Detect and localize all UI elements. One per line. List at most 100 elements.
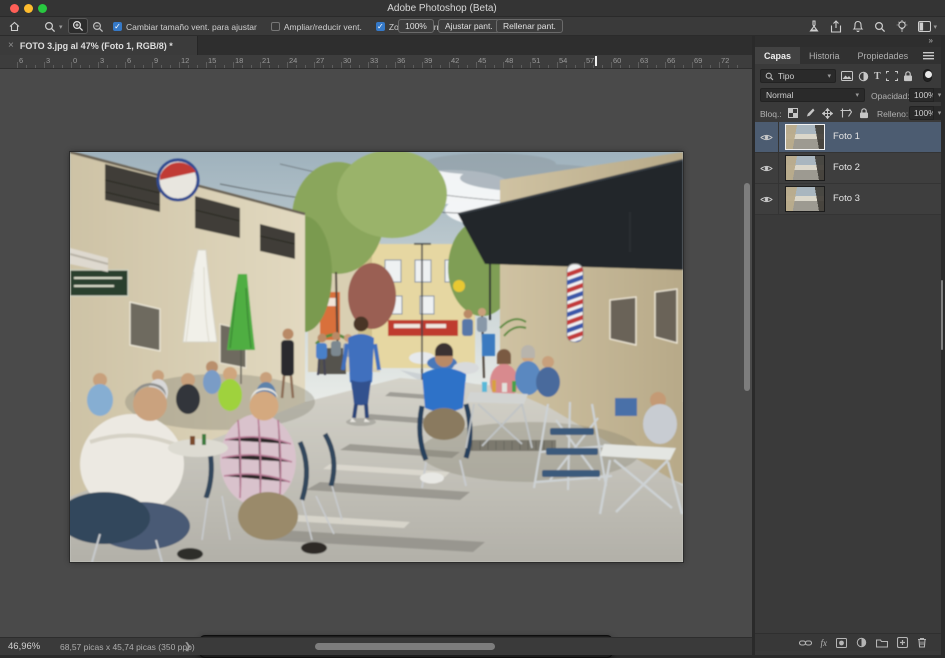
document-tab[interactable]: × FOTO 3.jpg al 47% (Foto 1, RGB/8) * [0, 36, 198, 55]
layer-visibility-eye-icon[interactable] [755, 153, 779, 184]
add-mask-icon[interactable] [836, 638, 847, 648]
workspace-switcher[interactable]: ▾ [918, 21, 937, 32]
ruler-label: 3 [100, 56, 104, 65]
layer-name[interactable]: Foto 2 [833, 162, 860, 173]
new-adjustment-layer-icon[interactable] [856, 637, 867, 648]
status-zoom-level[interactable]: 46,96% [8, 641, 40, 652]
ruler-label: 27 [316, 56, 324, 65]
filter-lock-icon[interactable] [903, 71, 913, 82]
delete-layer-trash-icon[interactable] [917, 637, 927, 648]
layer-visibility-eye-icon[interactable] [755, 184, 779, 215]
layer-thumbnail[interactable] [785, 186, 825, 212]
canvas-workspace[interactable]: Seleccionar sujeto Eliminar fondo Ajusta… [0, 69, 752, 637]
layer-style-fx-icon[interactable]: fx [821, 638, 828, 648]
status-chevron-icon[interactable]: ❯ [184, 641, 192, 652]
document-tab-strip: × FOTO 3.jpg al 47% (Foto 1, RGB/8) * [0, 36, 752, 55]
ruler-label: 21 [262, 56, 270, 65]
lock-position-icon[interactable] [822, 108, 833, 119]
new-layer-icon[interactable] [897, 637, 908, 648]
canvas-photo[interactable] [70, 152, 683, 562]
ruler-label: 30 [343, 56, 351, 65]
collapse-panels-icon[interactable]: » [929, 36, 933, 45]
chevron-down-icon: ▾ [855, 91, 859, 99]
checkbox-checked-icon[interactable]: ✓ [113, 22, 122, 31]
title-bar: Adobe Photoshop (Beta) [0, 0, 945, 17]
zoom-in-tool-button[interactable] [68, 18, 88, 34]
home-icon[interactable] [9, 17, 20, 36]
panel-bottom-toolbar: fx [755, 633, 941, 651]
document-tab-title: FOTO 3.jpg al 47% (Foto 1, RGB/8) * [20, 41, 173, 51]
layer-filter-row: Tipo ▾ T [755, 67, 941, 85]
ruler-label: 3 [46, 56, 50, 65]
zoom-tool-icon[interactable]: ▾ [44, 17, 63, 36]
ruler-label: 54 [559, 56, 567, 65]
ruler-label: 69 [694, 56, 702, 65]
filter-type-dropdown[interactable]: Tipo ▾ [760, 69, 836, 83]
layer-thumbnail[interactable] [785, 124, 825, 150]
layer-thumbnail[interactable] [785, 155, 825, 181]
lock-pixels-brush-icon[interactable] [805, 108, 815, 119]
horizontal-ruler[interactable]: 6303691215182124273033363942454851545760… [0, 55, 752, 69]
ruler-label: 0 [73, 56, 77, 65]
filter-type-text-icon[interactable]: T [874, 71, 881, 82]
ruler-label: 45 [478, 56, 486, 65]
ruler-label: 6 [19, 56, 23, 65]
app-bar-icons: ▾ [808, 17, 937, 36]
beta-flask-icon[interactable] [808, 20, 820, 33]
panel-tabs: Capas Historia Propiedades [755, 47, 941, 64]
blend-mode-dropdown[interactable]: Normal ▾ [760, 88, 865, 102]
tab-capas[interactable]: Capas [755, 47, 800, 64]
discover-lightbulb-icon[interactable] [896, 20, 908, 33]
search-icon[interactable] [874, 21, 886, 33]
link-layers-icon[interactable] [799, 639, 812, 647]
zoom-100-button[interactable]: 100% [398, 19, 434, 33]
panel-menu-icon[interactable] [923, 51, 934, 60]
ruler-label: 18 [235, 56, 243, 65]
checkbox-unchecked-icon[interactable] [271, 22, 280, 31]
filter-adjustment-icon[interactable] [858, 71, 869, 82]
panel-dock-header: » [755, 36, 941, 47]
filter-toggle-switch[interactable] [923, 69, 932, 82]
layer-name[interactable]: Foto 1 [833, 131, 860, 142]
layer-name[interactable]: Foto 3 [833, 193, 860, 204]
layer-row[interactable]: Foto 2 [755, 153, 941, 184]
minimize-window-button[interactable] [24, 4, 33, 13]
lock-row: Bloq.: Relleno: 100% ▾ [755, 104, 941, 122]
lock-transparency-icon[interactable] [788, 108, 798, 118]
ruler-cursor-indicator [595, 56, 597, 66]
vertical-scrollbar[interactable] [744, 183, 750, 391]
close-window-button[interactable] [10, 4, 19, 13]
layer-row[interactable]: Foto 3 [755, 184, 941, 215]
ruler-label: 63 [640, 56, 648, 65]
ruler-label: 24 [289, 56, 297, 65]
filter-frame-icon[interactable] [886, 71, 898, 81]
resize-windows-to-fit-checkbox[interactable]: ✓Cambiar tamaño vent. para ajustar [113, 22, 257, 32]
zoom-all-windows-checkbox[interactable]: Ampliar/reducir vent. [271, 22, 362, 32]
share-icon[interactable] [830, 20, 842, 33]
filter-image-icon[interactable] [841, 71, 853, 81]
new-group-folder-icon[interactable] [876, 638, 888, 648]
ruler-label: 48 [505, 56, 513, 65]
horizontal-scrollbar[interactable] [315, 643, 495, 650]
search-icon [765, 72, 774, 81]
layer-row[interactable]: Foto 1 [755, 122, 941, 153]
layers-panel: » Capas Historia Propiedades Tipo ▾ T [755, 36, 941, 655]
layer-visibility-eye-icon[interactable] [755, 122, 779, 153]
close-tab-icon[interactable]: × [8, 40, 14, 51]
checkbox-checked-icon[interactable]: ✓ [376, 22, 385, 31]
fill-value[interactable]: 100% [909, 106, 935, 120]
fill-screen-button[interactable]: Rellenar pant. [496, 19, 563, 33]
tab-historia[interactable]: Historia [800, 47, 849, 64]
lock-artboard-icon[interactable] [840, 108, 852, 118]
checkbox-label: Ampliar/reducir vent. [284, 22, 362, 32]
ruler-label: 51 [532, 56, 540, 65]
notifications-bell-icon[interactable] [852, 20, 864, 33]
ruler-label: 15 [208, 56, 216, 65]
zoom-out-tool-button[interactable] [92, 17, 104, 36]
tab-propiedades[interactable]: Propiedades [849, 47, 918, 64]
fit-screen-button[interactable]: Ajustar pant. [438, 19, 500, 33]
chevron-down-icon: ▾ [59, 23, 63, 31]
lock-all-icon[interactable] [859, 108, 869, 119]
zoom-window-button[interactable] [38, 4, 47, 13]
opacity-value[interactable]: 100% [909, 88, 935, 102]
